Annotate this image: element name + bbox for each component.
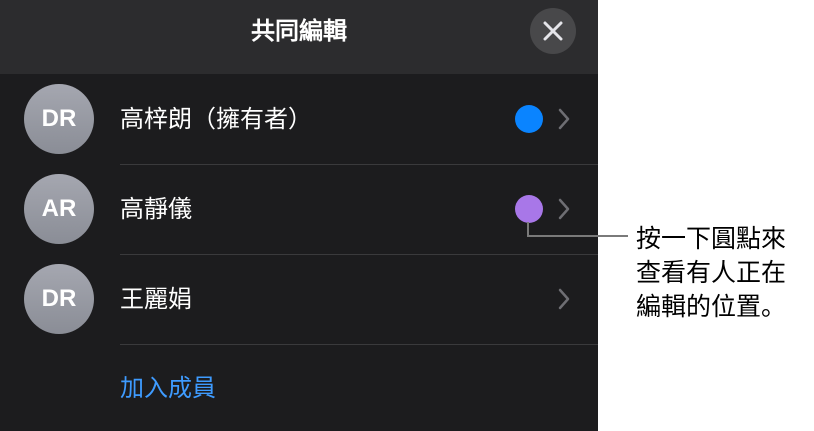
callout-text: 按一下圓點來 查看有人正在 編輯的位置。 xyxy=(636,224,787,321)
callout-leader-line xyxy=(527,222,628,237)
